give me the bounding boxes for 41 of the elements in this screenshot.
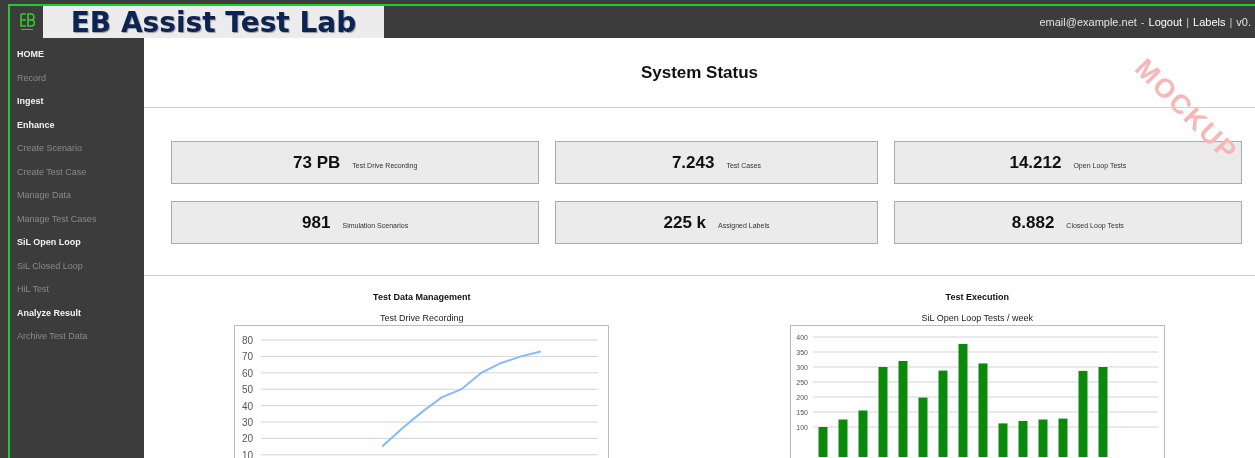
axis-tick-label: 20 [242, 433, 254, 445]
bar [1018, 421, 1028, 457]
axis-tick-label: 10 [242, 449, 254, 458]
separator: | [1186, 16, 1190, 28]
chart-title: Test Drive Recording [380, 313, 464, 325]
sidebar-item[interactable]: Ingest [17, 93, 144, 110]
bar [1038, 419, 1048, 457]
chart-title: SiL Open Loop Tests / week [921, 313, 1034, 325]
sidebar-item[interactable]: Enhance [17, 116, 144, 133]
axis-tick-label: 70 [242, 351, 254, 363]
axis-tick-label: 40 [242, 400, 254, 412]
stat-value: 225 k [663, 212, 707, 233]
bar [1058, 418, 1068, 457]
section-heading: Test Data Management [373, 292, 471, 304]
bar [858, 410, 868, 457]
bar [818, 427, 828, 457]
stat-value: 8.882 [1011, 212, 1055, 233]
axis-tick-label: 30 [242, 417, 254, 428]
bar [998, 423, 1008, 457]
sidebar-item[interactable]: SiL Open Loop [17, 234, 144, 251]
bar [838, 419, 848, 457]
header-text: email@example.net [1039, 16, 1137, 28]
axis-tick-label: 50 [242, 384, 254, 396]
sidebar-item[interactable]: HOME [17, 46, 144, 63]
section-heading: Test Execution [945, 292, 1009, 304]
separator: - [1140, 16, 1145, 28]
header-text: v0. [1236, 16, 1251, 28]
stat-value: 981 [302, 212, 331, 233]
stat-value: 7.243 [671, 152, 715, 173]
separator: | [1229, 16, 1233, 28]
axis-tick-label: 60 [242, 367, 254, 379]
app-title: EB Assist Test Lab [43, 6, 384, 38]
page-title: System Status [640, 62, 759, 83]
bar [918, 397, 928, 457]
stat-value: 14.212 [1009, 152, 1062, 173]
logo-icon [18, 12, 35, 32]
axis-tick-label: 80 [242, 335, 254, 346]
stat-value: 73 PB [293, 152, 341, 173]
header-link[interactable]: Labels [1193, 16, 1226, 28]
header-link[interactable]: Logout [1148, 16, 1183, 28]
sidebar-item[interactable]: Analyze Result [17, 304, 144, 321]
